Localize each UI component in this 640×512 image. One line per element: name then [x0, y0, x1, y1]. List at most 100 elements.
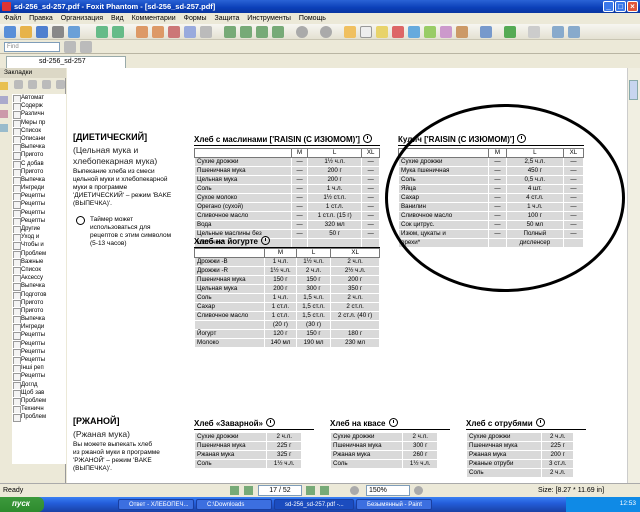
bookmark-item[interactable]: Подготов: [12, 291, 66, 299]
menu-help[interactable]: Помощь: [299, 13, 326, 24]
bookmark-item[interactable]: Аксессу: [12, 274, 66, 283]
note-icon[interactable]: [408, 26, 420, 38]
bookmark-item[interactable]: Содерж: [12, 102, 66, 111]
bookmark-item[interactable]: Уход и: [12, 233, 66, 242]
bookmark-item[interactable]: Проблем: [12, 397, 66, 406]
bookmark-item[interactable]: Пригото: [12, 151, 66, 160]
start-button[interactable]: пуск: [0, 497, 44, 512]
close-button[interactable]: ×: [627, 1, 638, 12]
minimize-button[interactable]: _: [603, 1, 614, 12]
menu-file[interactable]: Файл: [4, 13, 21, 24]
bookmark-item[interactable]: Выпечка: [12, 176, 66, 185]
page-number-field[interactable]: 17 / 52: [258, 485, 302, 496]
bookmark-item[interactable]: С добав: [12, 160, 66, 168]
bookmark-item[interactable]: Чтобы и: [12, 241, 66, 250]
search-options-icon[interactable]: [80, 41, 92, 53]
folder-icon[interactable]: [20, 26, 32, 38]
menu-protect[interactable]: Защита: [215, 13, 240, 24]
prev-page-icon[interactable]: [244, 486, 253, 495]
form-icon[interactable]: [184, 26, 196, 38]
expand-bookmark-icon[interactable]: [56, 80, 65, 89]
bookmark-item[interactable]: Рецепты: [12, 200, 66, 209]
highlight-icon[interactable]: [424, 26, 436, 38]
bookmark-item[interactable]: Рецепты: [12, 192, 66, 201]
task-button-browser[interactable]: Ответ - ХЛЕБОПЕЧ...: [118, 499, 194, 510]
fit-page-icon[interactable]: [552, 26, 564, 38]
bookmark-item[interactable]: Рецепты: [12, 217, 66, 225]
attachments-tab-icon[interactable]: [0, 124, 8, 132]
bookmark-item[interactable]: Список: [12, 266, 66, 275]
document-tab[interactable]: sd-256_sd-257: [6, 56, 126, 68]
bookmark-options-icon[interactable]: [14, 80, 23, 89]
page-icon[interactable]: [200, 26, 212, 38]
task-button-explorer[interactable]: C:\Downloads: [196, 499, 272, 510]
menu-view[interactable]: Вид: [111, 13, 124, 24]
delete-bookmark-icon[interactable]: [28, 80, 37, 89]
last-page-icon[interactable]: [320, 486, 329, 495]
snapshot-icon[interactable]: [376, 26, 388, 38]
typewriter-icon[interactable]: [392, 26, 404, 38]
properties-icon[interactable]: [528, 26, 540, 38]
bookmark-item[interactable]: Доглд: [12, 381, 66, 389]
last-page-icon[interactable]: [272, 26, 284, 38]
stamp-icon[interactable]: [440, 26, 452, 38]
next-page-icon[interactable]: [306, 486, 315, 495]
hand-tool-icon[interactable]: [344, 26, 356, 38]
bookmark-item[interactable]: Пригото: [12, 168, 66, 176]
user-icon[interactable]: [480, 26, 492, 38]
undo-icon[interactable]: [96, 26, 108, 38]
bookmark-item[interactable]: Пригото: [12, 307, 66, 316]
bookmark-item[interactable]: Техничн: [12, 405, 66, 414]
bookmark-item[interactable]: Список: [12, 127, 66, 135]
bookmark-item[interactable]: Рецепты: [12, 348, 66, 356]
bookmarks-tab-icon[interactable]: [0, 82, 8, 90]
globe-icon[interactable]: [504, 26, 516, 38]
pencil-icon[interactable]: [456, 26, 468, 38]
zoom-out-icon[interactable]: [296, 26, 308, 38]
redo-icon[interactable]: [112, 26, 124, 38]
zoom-out-icon[interactable]: [350, 486, 359, 495]
vertical-scrollbar[interactable]: [627, 68, 640, 483]
bookmark-item[interactable]: Рецепты: [12, 372, 66, 381]
menu-comments[interactable]: Комментарии: [132, 13, 176, 24]
bookmark-item[interactable]: Рецепты: [12, 340, 66, 348]
bookmark-item[interactable]: Ингреди: [12, 323, 66, 332]
pdf-create-icon[interactable]: [136, 26, 148, 38]
bookmark-item[interactable]: Важные: [12, 258, 66, 266]
search-icon[interactable]: [64, 41, 76, 53]
find-input[interactable]: Find: [4, 42, 60, 52]
first-page-icon[interactable]: [230, 486, 239, 495]
email-icon[interactable]: [68, 26, 80, 38]
bookmark-item[interactable]: Меры пр: [12, 119, 66, 127]
bookmark-item[interactable]: Пригото: [12, 299, 66, 307]
bookmark-item[interactable]: Рецепты: [12, 209, 66, 217]
zoom-field[interactable]: 150%: [366, 485, 410, 496]
bookmark-item[interactable]: Проблем: [12, 250, 66, 258]
open-icon[interactable]: [4, 26, 16, 38]
scrollbar-thumb[interactable]: [629, 80, 638, 100]
bookmark-item[interactable]: Щоб зав: [12, 389, 66, 397]
bookmark-item[interactable]: Описани: [12, 135, 66, 144]
bookmark-item[interactable]: Рецепты: [12, 356, 66, 365]
menu-edit[interactable]: Правка: [29, 13, 53, 24]
menu-forms[interactable]: Формы: [184, 13, 207, 24]
bookmark-item[interactable]: Автомат: [12, 94, 66, 103]
bookmark-item[interactable]: Выпечка: [12, 143, 66, 152]
bookmark-item[interactable]: Ингреди: [12, 184, 66, 193]
bookmark-item[interactable]: Іншi реп: [12, 364, 66, 373]
zoom-in-icon[interactable]: [414, 486, 423, 495]
next-page-icon[interactable]: [256, 26, 268, 38]
first-page-icon[interactable]: [224, 26, 236, 38]
print-icon[interactable]: [52, 26, 64, 38]
prev-page-icon[interactable]: [240, 26, 252, 38]
layers-tab-icon[interactable]: [0, 110, 8, 118]
bookmark-item[interactable]: Выпечка: [12, 315, 66, 324]
menu-organize[interactable]: Организация: [61, 13, 103, 24]
bookmark-item[interactable]: Различн: [12, 110, 66, 119]
select-text-icon[interactable]: [360, 26, 372, 38]
bookmark-item[interactable]: Рецепты: [12, 331, 66, 340]
save-icon[interactable]: [36, 26, 48, 38]
new-bookmark-icon[interactable]: [42, 80, 51, 89]
pages-tab-icon[interactable]: [0, 96, 8, 104]
pdf-combine-icon[interactable]: [168, 26, 180, 38]
